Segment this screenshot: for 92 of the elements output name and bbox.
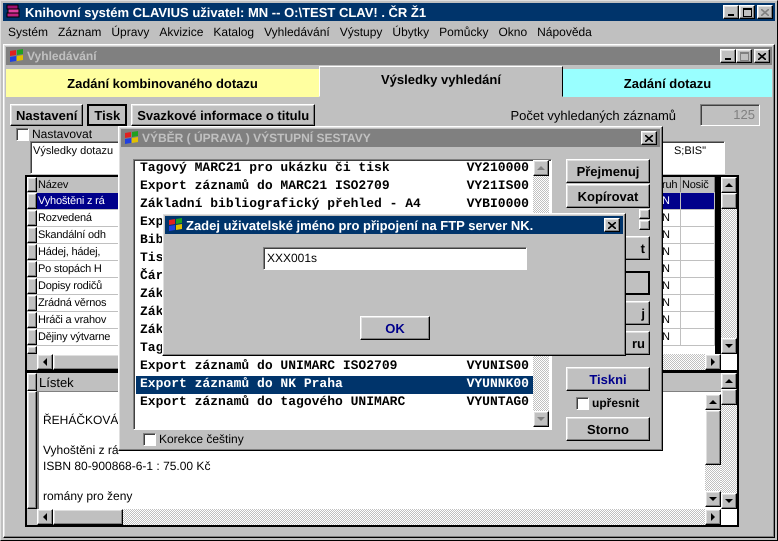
flag-icon (167, 217, 183, 233)
dialog-button[interactable]: Kopírovat (566, 184, 650, 208)
minimize-button[interactable] (723, 5, 739, 19)
scroll-right-button[interactable] (705, 509, 721, 525)
checkbox-label: Nastavovat (32, 127, 92, 141)
toolbar-button[interactable]: Tisk (87, 104, 128, 126)
menu-item[interactable]: Nápověda (532, 25, 597, 39)
scroll-thumb[interactable] (53, 509, 123, 525)
menu-item[interactable]: Vyhledávání (259, 25, 335, 39)
books-icon (5, 4, 21, 20)
menu-item[interactable]: Úpravy (106, 25, 154, 39)
close-button[interactable] (641, 131, 657, 145)
toolbar-button[interactable]: Nastavení (10, 104, 84, 126)
count-label: Počet vyhledaných záznamů (510, 108, 676, 122)
close-button[interactable] (604, 218, 620, 232)
scroll-up-button[interactable] (533, 160, 549, 176)
menu-item[interactable]: Výstupy (334, 25, 388, 39)
close-icon (758, 52, 766, 60)
card-text: romány pro ženy (43, 488, 132, 504)
vertical-scrollbar[interactable] (721, 177, 737, 354)
ok-button[interactable]: OK (360, 316, 430, 340)
scroll-thumb[interactable] (721, 193, 737, 209)
close-icon (761, 8, 769, 16)
menu-item[interactable]: Pomůcky (434, 25, 494, 39)
toolbar-button[interactable]: Svazkové informace o titulu (131, 104, 316, 126)
close-icon (645, 134, 653, 142)
flag-icon (123, 130, 139, 146)
scroll-up-button[interactable] (721, 177, 737, 193)
minimize-icon (725, 58, 731, 60)
checkbox-label: upřesnit (592, 396, 640, 410)
scrollbar-corner (721, 509, 737, 525)
scroll-thumb[interactable] (721, 389, 737, 405)
dialog-button[interactable]: Přejmenuj (566, 159, 650, 183)
scroll-up-button[interactable] (705, 394, 721, 410)
menu-item[interactable]: Systém (3, 25, 54, 39)
table-cell: N (661, 193, 681, 209)
username-field[interactable]: XXX001s (263, 247, 527, 270)
scroll-down-button[interactable] (721, 493, 737, 509)
tab[interactable]: Zadání kombinovaného dotazu (6, 69, 319, 97)
dialog-title: VÝBĚR ( ÚPRAVA ) VÝSTUPNÍ SESTAVY (142, 131, 371, 145)
list-item[interactable]: Export záznamů do NK Praha VYUNNK00 (136, 376, 533, 394)
scroll-left-button[interactable] (37, 509, 53, 525)
count-field: 125 (700, 104, 760, 126)
card-text: ŘEHÁČKOVÁ (43, 412, 118, 428)
query-text: Výsledky dotazu (33, 145, 114, 159)
menu-item[interactable]: Záznam (53, 25, 106, 39)
scrollbar-corner (721, 354, 737, 370)
menu-item[interactable]: Akvizice (154, 25, 208, 39)
maximize-icon (742, 8, 752, 16)
menu-item[interactable]: Úbytky (387, 25, 434, 39)
checkbox-label: Korekce češtiny (159, 432, 244, 446)
card-text: ISBN 80-900868-6-1 : 75.00 Kč (43, 458, 210, 474)
minimize-icon (728, 14, 734, 16)
scroll-down-button[interactable] (705, 491, 721, 507)
query-text: S;BIS" (674, 145, 706, 159)
menu-item[interactable]: Katalog (208, 25, 260, 39)
window-title: Vyhledávání (27, 49, 97, 63)
checkbox[interactable] (576, 396, 589, 410)
column-header[interactable]: ruh (661, 177, 681, 192)
spin-button[interactable] (639, 220, 650, 230)
horizontal-scrollbar[interactable] (37, 509, 721, 525)
minimize-button[interactable] (720, 49, 736, 63)
vertical-scrollbar[interactable] (705, 394, 721, 507)
list-item[interactable]: Tagový MARC21 pro ukázku či tisk VY210000 (136, 160, 533, 178)
close-button[interactable] (754, 49, 770, 63)
list-item[interactable]: Export záznamů do UNIMARC ISO2709 VYUNIS00 (136, 358, 533, 376)
scroll-left-button[interactable] (37, 354, 53, 370)
list-item[interactable]: Export záznamů do tagového UNIMARC VYUNTAG0 (136, 394, 533, 412)
tab[interactable]: Výsledky vyhledání (319, 66, 563, 97)
menu-item[interactable]: Okno (493, 25, 532, 39)
scroll-down-button[interactable] (721, 338, 737, 354)
window-title: Knihovní systém CLAVIUS uživatel: MN -- O:\TEST CLAV! . ČR Ž1 (25, 4, 426, 20)
checkbox[interactable] (143, 432, 156, 446)
spin-button[interactable] (639, 209, 650, 219)
maximize-button[interactable] (736, 49, 752, 63)
print-button[interactable]: Tiskni (566, 367, 650, 391)
scroll-thumb[interactable] (705, 410, 721, 465)
tab[interactable]: Zadání dotazu (563, 69, 772, 97)
flag-icon (8, 48, 24, 64)
close-icon (608, 222, 616, 228)
maximize-button[interactable] (739, 5, 755, 19)
cancel-button[interactable]: Storno (566, 417, 650, 441)
scroll-up-button[interactable] (721, 373, 737, 389)
maximize-icon (740, 52, 748, 60)
checkbox[interactable] (16, 128, 29, 140)
column-header[interactable]: Nosič (681, 177, 715, 192)
scroll-down-button[interactable] (533, 411, 549, 427)
vertical-scrollbar[interactable] (721, 373, 737, 509)
card-text: Vyhoštěni z rá (43, 442, 119, 458)
close-button[interactable] (757, 5, 773, 19)
list-item[interactable]: Export záznamů do MARC21 ISO2709 VY21IS00 (136, 178, 533, 196)
scroll-right-button[interactable] (705, 354, 721, 370)
